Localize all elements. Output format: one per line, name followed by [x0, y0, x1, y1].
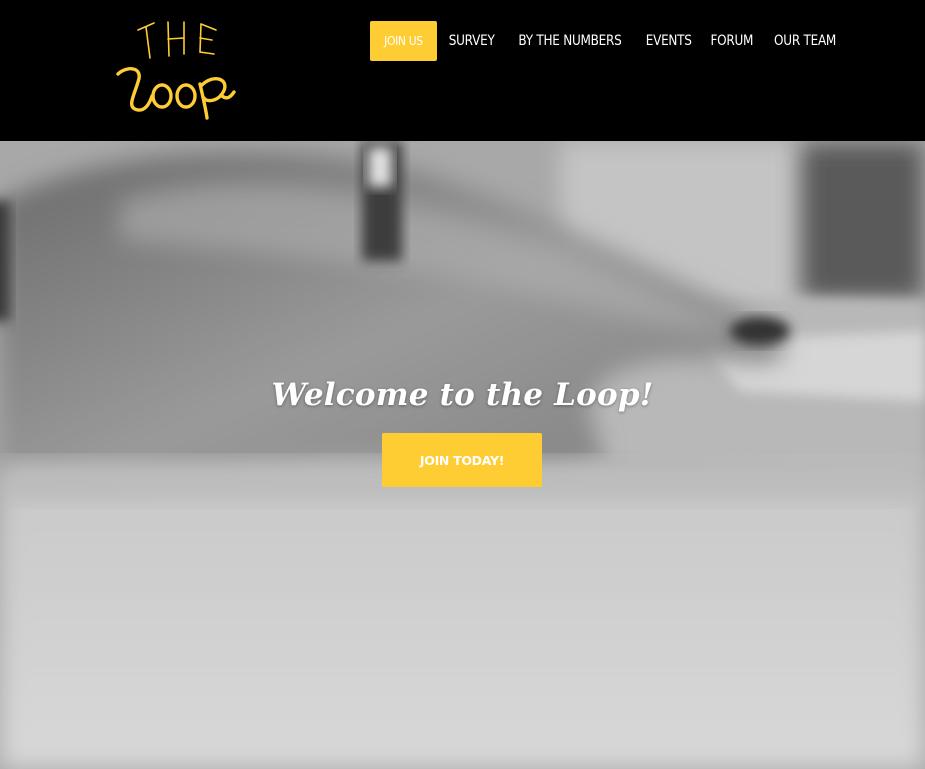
nav-forum[interactable]: FORUM	[706, 21, 759, 61]
hero-title: Welcome to the Loop!	[271, 376, 654, 413]
main-nav: JOIN US SURVEY BY THE NUMBERS EVENTS FOR…	[369, 21, 847, 61]
nav-join-us[interactable]: JOIN US	[369, 21, 437, 61]
nav-join-us-label: JOIN US	[383, 34, 423, 48]
nav-by-the-numbers[interactable]: BY THE NUMBERS	[513, 21, 626, 61]
nav-survey[interactable]: SURVEY	[443, 21, 499, 61]
nav-our-team[interactable]: OUR TEAM	[769, 21, 841, 61]
site-header: JOIN US SURVEY BY THE NUMBERS EVENTS FOR…	[0, 0, 925, 141]
the-loop-logo-icon	[116, 21, 236, 120]
hero-section: Welcome to the Loop! JOIN TODAY!	[0, 141, 925, 769]
site-logo[interactable]	[108, 14, 240, 122]
join-today-button[interactable]: JOIN TODAY!	[382, 433, 542, 487]
nav-events[interactable]: EVENTS	[640, 21, 696, 61]
